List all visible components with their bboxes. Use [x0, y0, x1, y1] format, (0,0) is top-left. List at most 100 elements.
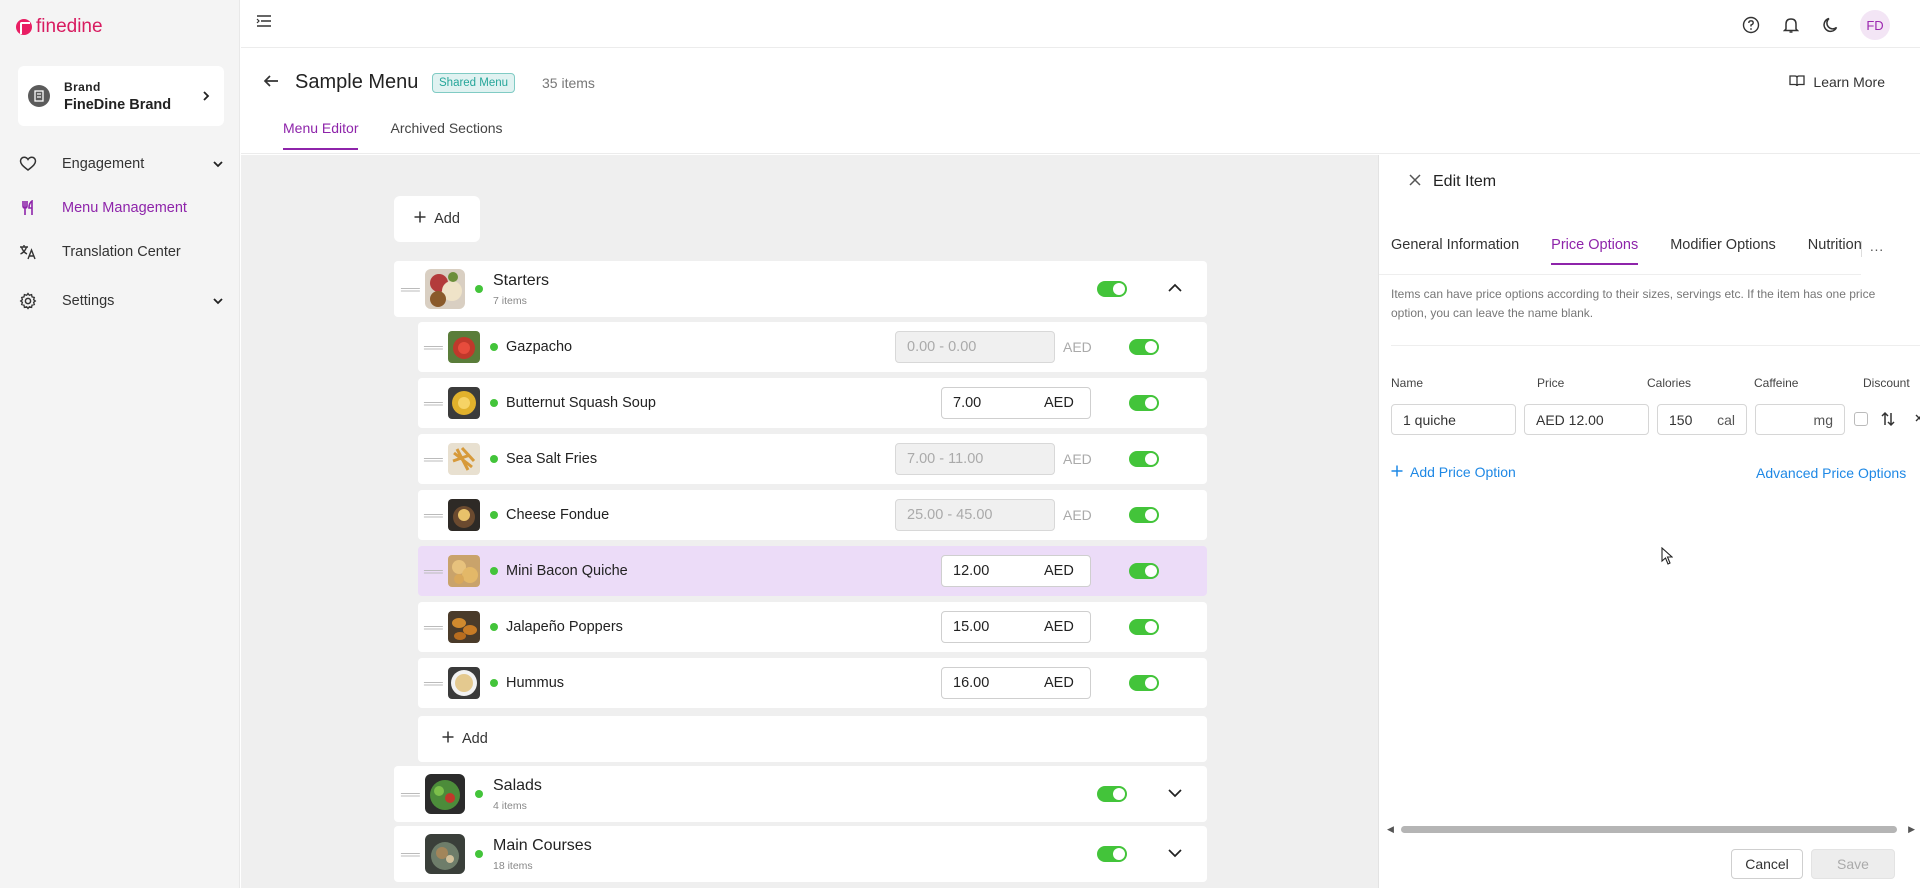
- price-input[interactable]: 16.00 AED: [941, 667, 1091, 699]
- section-visibility-toggle[interactable]: [1097, 786, 1127, 802]
- status-dot: [490, 455, 498, 463]
- items-count: 35 items: [542, 75, 595, 91]
- fork-knife-icon: [18, 200, 38, 216]
- chevron-down-icon[interactable]: [1167, 845, 1183, 863]
- price-option-name-input[interactable]: 1 quiche: [1391, 404, 1516, 435]
- section-image: [425, 774, 465, 814]
- horizontal-scrollbar[interactable]: ◀ ▶: [1387, 824, 1915, 834]
- sidebar-item-settings[interactable]: Settings: [18, 283, 224, 319]
- add-price-option-button[interactable]: Add Price Option: [1391, 464, 1516, 480]
- scroll-right-icon[interactable]: ▶: [1908, 824, 1915, 835]
- section-row[interactable]: ══ Main Courses 18 items: [394, 826, 1207, 882]
- scroll-left-icon[interactable]: ◀: [1387, 824, 1394, 835]
- close-icon[interactable]: [1409, 173, 1421, 191]
- discount-checkbox[interactable]: [1854, 412, 1868, 426]
- section-row[interactable]: ══ Salads 4 items: [394, 766, 1207, 822]
- currency-label: AED: [1044, 619, 1074, 635]
- drag-handle-icon[interactable]: ══: [424, 452, 443, 466]
- drag-handle-icon[interactable]: ══: [401, 847, 420, 861]
- price-input[interactable]: 15.00 AED: [941, 611, 1091, 643]
- item-visibility-toggle[interactable]: [1129, 339, 1159, 355]
- sidebar-item-menu-management[interactable]: Menu Management: [18, 190, 224, 226]
- section-visibility-toggle[interactable]: [1097, 281, 1127, 297]
- sidebar-item-engagement[interactable]: Engagement: [18, 146, 224, 182]
- status-dot: [490, 399, 498, 407]
- app-logo[interactable]: finedine: [16, 16, 103, 38]
- drag-handle-icon[interactable]: ══: [401, 787, 420, 801]
- item-visibility-toggle[interactable]: [1129, 563, 1159, 579]
- item-row[interactable]: ══ Hummus 16.00 AED: [418, 658, 1207, 708]
- section-visibility-toggle[interactable]: [1097, 846, 1127, 862]
- item-image: [448, 331, 480, 363]
- price-input[interactable]: 7.00 AED: [941, 387, 1091, 419]
- chevron-down-icon[interactable]: [1167, 785, 1183, 803]
- item-visibility-toggle[interactable]: [1129, 619, 1159, 635]
- currency-label: AED: [1063, 339, 1092, 355]
- item-row-selected[interactable]: ══ Mini Bacon Quiche 12.00 AED: [418, 546, 1207, 596]
- more-tabs-icon[interactable]: ···: [1861, 241, 1891, 257]
- item-row[interactable]: ══ Gazpacho 0.00 - 0.00 AED: [418, 322, 1207, 372]
- moon-icon[interactable]: [1820, 14, 1842, 36]
- item-row[interactable]: ══ Jalapeño Poppers 15.00 AED: [418, 602, 1207, 652]
- price-value: 7.00 - 11.00: [907, 451, 984, 467]
- item-visibility-toggle[interactable]: [1129, 507, 1159, 523]
- drag-handle-icon[interactable]: ══: [424, 508, 443, 522]
- section-row[interactable]: ══ Starters 7 items: [394, 261, 1207, 317]
- save-button[interactable]: Save: [1811, 849, 1895, 879]
- back-arrow-icon[interactable]: [263, 74, 279, 93]
- add-section-button[interactable]: Add: [394, 196, 480, 242]
- section-name: Salads: [493, 776, 542, 794]
- chevron-down-icon: [212, 156, 224, 172]
- calories-input[interactable]: 150 cal: [1657, 404, 1747, 435]
- heart-icon: [18, 156, 38, 172]
- price-option-price-input[interactable]: AED 12.00: [1524, 404, 1649, 435]
- item-image: [448, 443, 480, 475]
- sidebar-item-label: Engagement: [62, 156, 145, 172]
- item-visibility-toggle[interactable]: [1129, 451, 1159, 467]
- item-row[interactable]: ══ Cheese Fondue 25.00 - 45.00 AED: [418, 490, 1207, 540]
- drag-handle-icon[interactable]: ══: [424, 620, 443, 634]
- menu-editor: Add ══ Starters 7 items ══ Gazpacho 0.00…: [241, 155, 1378, 888]
- price-value: 15.00: [953, 619, 990, 635]
- bell-icon[interactable]: [1780, 14, 1802, 36]
- brand-selector[interactable]: Brand FineDine Brand: [18, 66, 224, 126]
- item-row[interactable]: ══ Butternut Squash Soup 7.00 AED: [418, 378, 1207, 428]
- cancel-button[interactable]: Cancel: [1731, 849, 1803, 879]
- item-image: [448, 555, 480, 587]
- add-item-button[interactable]: Add: [418, 716, 1207, 762]
- tab-archived-sections[interactable]: Archived Sections: [390, 120, 502, 150]
- help-icon[interactable]: [1740, 14, 1762, 36]
- tab-price-options[interactable]: Price Options: [1551, 237, 1639, 265]
- drag-handle-icon[interactable]: ══: [401, 282, 420, 296]
- item-visibility-toggle[interactable]: [1129, 395, 1159, 411]
- chevron-down-icon: [212, 293, 224, 309]
- tab-nutrition[interactable]: Nutrition I: [1808, 237, 1861, 265]
- item-visibility-toggle[interactable]: [1129, 675, 1159, 691]
- plus-icon: [1391, 464, 1403, 480]
- tab-modifier-options[interactable]: Modifier Options: [1670, 237, 1776, 265]
- drag-handle-icon[interactable]: ══: [424, 396, 443, 410]
- drag-handle-icon[interactable]: ══: [424, 676, 443, 690]
- item-row[interactable]: ══ Sea Salt Fries 7.00 - 11.00 AED: [418, 434, 1207, 484]
- currency-label: AED: [1044, 395, 1074, 411]
- menu-toggle-icon[interactable]: [256, 14, 272, 33]
- scrollbar-thumb[interactable]: [1401, 826, 1897, 833]
- avatar[interactable]: FD: [1860, 10, 1890, 40]
- drag-handle-icon[interactable]: ══: [424, 340, 443, 354]
- chevron-up-icon[interactable]: [1167, 280, 1183, 298]
- drag-handle-icon[interactable]: ══: [424, 564, 443, 578]
- sidebar-item-translation-center[interactable]: Translation Center: [18, 234, 224, 270]
- tab-menu-editor[interactable]: Menu Editor: [283, 120, 359, 150]
- item-name: Cheese Fondue: [506, 507, 610, 523]
- remove-icon[interactable]: [1915, 413, 1920, 431]
- swap-icon[interactable]: [1881, 411, 1895, 432]
- tab-general-information[interactable]: General Information: [1391, 237, 1519, 265]
- logo-icon: [16, 19, 32, 35]
- currency-label: AED: [1044, 563, 1074, 579]
- brand-label: Brand: [64, 79, 101, 94]
- learn-more-link[interactable]: Learn More: [1789, 74, 1885, 90]
- caffeine-input[interactable]: mg: [1755, 404, 1845, 435]
- panel-tabs: General Information Price Options Modifi…: [1379, 235, 1861, 275]
- advanced-price-options-link[interactable]: Advanced Price Options: [1756, 465, 1906, 481]
- price-input[interactable]: 12.00 AED: [941, 555, 1091, 587]
